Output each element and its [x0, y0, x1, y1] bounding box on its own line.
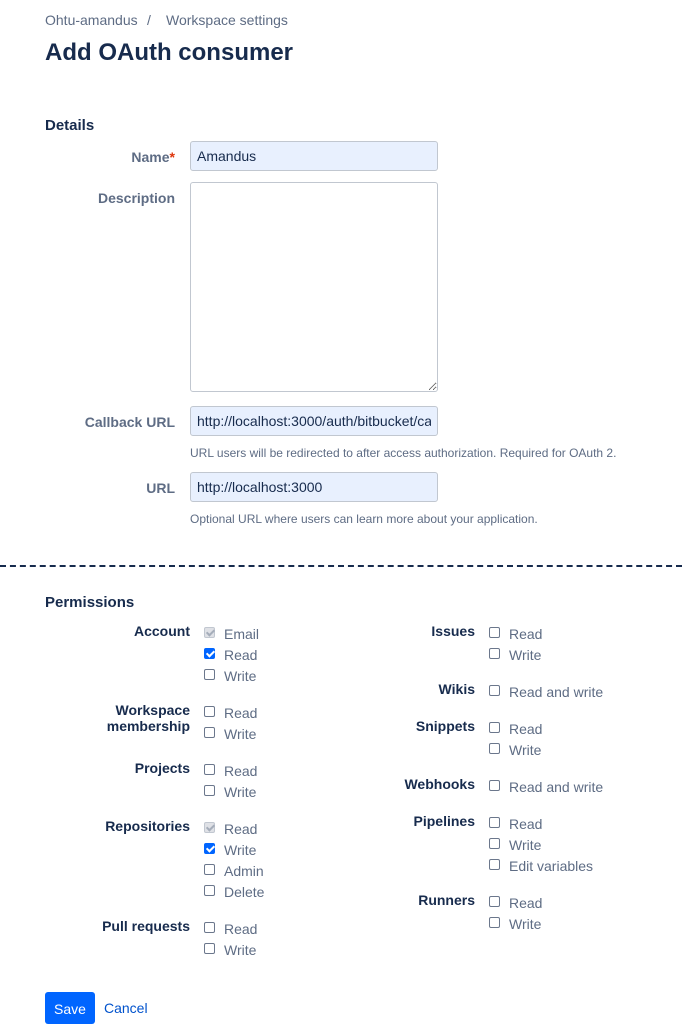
- runners-read-checkbox[interactable]: [489, 896, 500, 907]
- projects-label: Projects: [134, 760, 190, 776]
- description-field[interactable]: [190, 182, 438, 392]
- snippets-write-text: Write: [509, 742, 542, 758]
- account-read-text: Read: [224, 647, 258, 663]
- snippets-read-text: Read: [509, 721, 543, 737]
- name-label: Name*: [25, 148, 175, 166]
- workspace-membership-label-line2: membership: [106, 718, 190, 734]
- repositories-label: Repositories: [105, 818, 190, 834]
- issues-write-text: Write: [509, 647, 542, 663]
- snippets-label: Snippets: [415, 718, 475, 734]
- pull-requests-read-text: Read: [224, 921, 258, 937]
- breadcrumb-section[interactable]: Workspace settings: [166, 11, 288, 29]
- repositories-delete-text: Delete: [224, 884, 265, 900]
- pipelines-write-text: Write: [509, 837, 542, 853]
- pull-requests-write-text: Write: [224, 942, 257, 958]
- snippets-read-checkbox[interactable]: [489, 722, 500, 733]
- name-field[interactable]: [190, 141, 438, 171]
- callback-url-label: Callback URL: [84, 414, 175, 430]
- pull-requests-label: Pull requests: [102, 918, 190, 934]
- url-label: URL: [146, 480, 175, 496]
- details-section-title: Details: [45, 117, 95, 134]
- pipelines-edit-variables-checkbox[interactable]: [489, 859, 500, 870]
- projects-write-text: Write: [224, 784, 257, 800]
- callback-url-help: URL users will be redirected to after ac…: [190, 446, 617, 460]
- snippets-write-checkbox[interactable]: [489, 743, 500, 754]
- projects-read-checkbox[interactable]: [204, 764, 215, 775]
- page-title: Add OAuth consumer: [45, 39, 294, 66]
- required-marker: *: [169, 149, 175, 165]
- pipelines-read-checkbox[interactable]: [489, 817, 500, 828]
- pipelines-label: Pipelines: [413, 813, 475, 829]
- workspace-membership-write-text: Write: [224, 726, 257, 742]
- webhooks-read-write-text: Read and write: [509, 779, 604, 795]
- account-write-checkbox[interactable]: [204, 669, 215, 680]
- name-label-text: Name: [131, 149, 170, 165]
- permissions-section-title: Permissions: [45, 594, 135, 611]
- runners-label: Runners: [418, 892, 475, 908]
- save-button[interactable]: Save: [45, 992, 95, 1024]
- runners-write-checkbox[interactable]: [489, 917, 500, 928]
- repositories-write-text: Write: [224, 842, 257, 858]
- workspace-membership-label: Workspace membership: [40, 702, 190, 734]
- url-field[interactable]: [190, 472, 438, 502]
- callback-url-field[interactable]: [190, 406, 438, 436]
- repositories-admin-text: Admin: [224, 863, 264, 879]
- breadcrumb-separator: /: [147, 12, 151, 28]
- projects-write-checkbox[interactable]: [204, 785, 215, 796]
- section-divider: [0, 565, 682, 567]
- repositories-read-checkbox: [204, 822, 215, 833]
- wikis-read-write-checkbox[interactable]: [489, 685, 500, 696]
- webhooks-read-write-checkbox[interactable]: [489, 780, 500, 791]
- workspace-membership-write-checkbox[interactable]: [204, 727, 215, 738]
- pull-requests-write-checkbox[interactable]: [204, 943, 215, 954]
- workspace-membership-read-text: Read: [224, 705, 258, 721]
- account-email-checkbox: [204, 627, 215, 638]
- issues-label: Issues: [431, 623, 475, 639]
- account-read-checkbox[interactable]: [204, 648, 215, 659]
- repositories-read-text: Read: [224, 821, 258, 837]
- repositories-write-checkbox[interactable]: [204, 843, 215, 854]
- pipelines-read-text: Read: [509, 816, 543, 832]
- cancel-link[interactable]: Cancel: [104, 999, 148, 1017]
- repositories-admin-checkbox[interactable]: [204, 864, 215, 875]
- wikis-read-write-text: Read and write: [509, 684, 604, 700]
- breadcrumb-workspace[interactable]: Ohtu-amandus: [45, 11, 138, 29]
- url-help: Optional URL where users can learn more …: [190, 512, 538, 526]
- issues-read-text: Read: [509, 626, 543, 642]
- account-label: Account: [134, 623, 190, 639]
- runners-read-text: Read: [509, 895, 543, 911]
- repositories-delete-checkbox[interactable]: [204, 885, 215, 896]
- workspace-membership-label-line1: Workspace: [115, 702, 190, 718]
- runners-write-text: Write: [509, 916, 542, 932]
- webhooks-label: Webhooks: [404, 776, 475, 792]
- pipelines-edit-variables-text: Edit variables: [509, 858, 594, 874]
- account-write-text: Write: [224, 668, 257, 684]
- description-label: Description: [97, 190, 175, 206]
- wikis-label: Wikis: [438, 681, 475, 697]
- pipelines-write-checkbox[interactable]: [489, 838, 500, 849]
- issues-write-checkbox[interactable]: [489, 648, 500, 659]
- account-email-text: Email: [224, 626, 260, 642]
- issues-read-checkbox[interactable]: [489, 627, 500, 638]
- pull-requests-read-checkbox[interactable]: [204, 922, 215, 933]
- projects-read-text: Read: [224, 763, 258, 779]
- workspace-membership-read-checkbox[interactable]: [204, 706, 215, 717]
